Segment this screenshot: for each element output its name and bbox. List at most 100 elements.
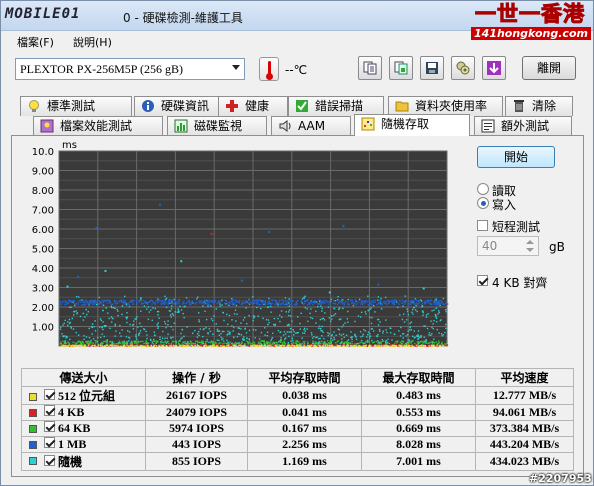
data-point (411, 311, 413, 313)
data-point (285, 311, 287, 313)
data-point (384, 344, 387, 347)
tab-extra-tests[interactable]: 額外測試 (474, 116, 572, 136)
data-point (256, 301, 259, 303)
data-point (75, 331, 77, 334)
short-test-checkbox[interactable] (477, 220, 488, 231)
data-point (194, 303, 197, 305)
data-point (153, 345, 155, 347)
data-point (259, 299, 261, 302)
data-point (77, 303, 79, 305)
monitor-chart-icon (174, 119, 188, 133)
y-tick-label: 10.0 (32, 147, 54, 158)
data-point (139, 340, 142, 343)
data-point (388, 342, 390, 345)
data-point (303, 327, 306, 330)
tab-aam[interactable]: AAM (271, 116, 351, 136)
tab-label: AAM (298, 119, 326, 133)
data-point (377, 299, 379, 301)
exit-button[interactable]: 離開 (522, 56, 576, 80)
data-point (214, 341, 216, 343)
series-checkbox-1mb[interactable] (44, 437, 55, 448)
tab-file-benchmark[interactable]: 檔案效能測試 (33, 116, 163, 136)
data-point (69, 338, 71, 341)
data-point (274, 299, 276, 302)
data-point (420, 299, 422, 301)
tab-folder-usage[interactable]: 資料夾使用率 (388, 96, 503, 116)
read-radio[interactable] (477, 183, 489, 195)
data-point (368, 337, 371, 339)
data-point (169, 314, 172, 316)
data-point (403, 344, 405, 347)
data-point (353, 302, 355, 304)
data-point (224, 299, 227, 301)
data-point (91, 344, 93, 347)
data-point (417, 330, 420, 332)
data-point (416, 335, 418, 338)
data-point (117, 342, 119, 345)
series-checkbox-4kb[interactable] (44, 405, 55, 416)
start-button[interactable]: 開始 (477, 146, 555, 168)
data-point (324, 301, 326, 303)
data-point (342, 301, 344, 303)
spinner-arrows-icon[interactable] (523, 238, 537, 254)
data-point (105, 344, 108, 346)
data-point (70, 306, 72, 308)
data-point (433, 344, 435, 347)
data-point (65, 303, 68, 306)
data-point (251, 302, 253, 304)
tab-row-2: 檔案效能測試 磁碟監視 AAM 隨機存取 額外測試 (1, 114, 594, 136)
write-radio[interactable] (477, 197, 489, 209)
menu-file[interactable]: 檔案(F) (17, 34, 54, 50)
outlier-point (328, 291, 331, 294)
drive-select[interactable]: PLEXTOR PX-256M5P (256 gB) (15, 58, 245, 80)
data-point (325, 300, 328, 302)
options-button[interactable] (451, 56, 475, 80)
data-point (441, 343, 443, 345)
data-point (304, 330, 306, 332)
align-4kb-checkbox[interactable] (477, 275, 488, 286)
menu-help[interactable]: 說明(H) (73, 34, 112, 50)
data-point (111, 303, 114, 305)
data-point (306, 308, 308, 310)
copy-image-button[interactable] (389, 56, 413, 80)
data-point (384, 302, 386, 305)
data-point (124, 295, 126, 298)
data-point (138, 333, 140, 335)
table-row: 64 KB 5974 IOPS 0.167 ms 0.669 ms 373.38… (21, 420, 574, 437)
data-point (275, 303, 278, 305)
data-point (422, 314, 424, 317)
data-point (94, 342, 97, 344)
data-point (167, 299, 170, 302)
data-point (186, 326, 188, 328)
data-point (157, 325, 160, 328)
data-point (437, 313, 439, 315)
data-point (387, 345, 389, 347)
series-checkbox-random[interactable] (44, 455, 55, 466)
tab-health[interactable]: 健康 (218, 96, 288, 116)
data-point (277, 317, 279, 320)
write-radio-label: 寫入 (492, 198, 517, 212)
data-point (345, 334, 348, 337)
data-point (244, 344, 246, 346)
save-button[interactable] (420, 56, 444, 80)
tab-error-scan[interactable]: 錯誤掃描 (288, 96, 384, 116)
data-point (394, 342, 396, 345)
copy-text-button[interactable] (358, 56, 382, 80)
tab-benchmark[interactable]: 標準測試 (20, 96, 132, 116)
series-checkbox-512b[interactable] (44, 389, 55, 400)
tab-erase[interactable]: 清除 (505, 96, 573, 116)
series-checkbox-64kb[interactable] (44, 421, 55, 432)
data-point (260, 307, 262, 310)
tab-disk-monitor[interactable]: 磁碟監視 (167, 116, 267, 136)
data-point (131, 324, 134, 327)
data-point (61, 301, 64, 304)
tab-random-access[interactable]: 隨機存取 (354, 114, 470, 136)
data-point (314, 300, 317, 302)
data-point (102, 321, 104, 323)
data-point (414, 336, 416, 338)
data-point (126, 316, 128, 318)
data-point (75, 302, 77, 305)
data-point (143, 305, 146, 307)
data-point (146, 344, 148, 347)
download-button[interactable] (482, 56, 506, 80)
